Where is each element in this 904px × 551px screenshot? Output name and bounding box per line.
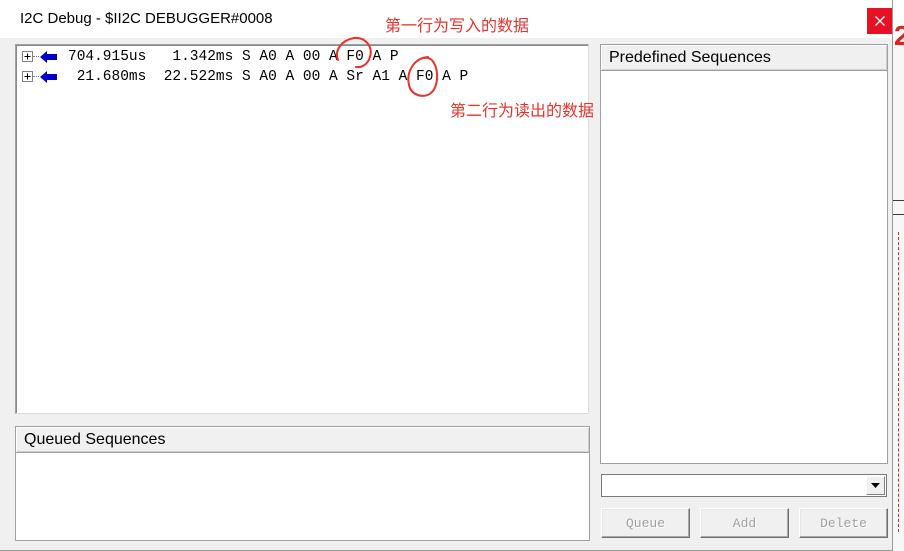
trace-row-text: 21.680ms 22.522ms S A0 A 00 A Sr A1 A F0 A… [68,67,469,87]
trace-row[interactable]: 704.915us 1.342ms S A0 A 00 A F0 A P [22,47,582,67]
trace-row-text: 704.915us 1.342ms S A0 A 00 A F0 A P [68,47,399,67]
write-data-annotation: 第一行为写入的数据 [385,16,530,35]
predefined-sequence-select[interactable] [601,474,887,497]
left-arrow-icon [40,51,57,63]
tree-connector [33,56,39,57]
predefined-sequences-panel: Predefined Sequences [600,44,888,464]
predefined-sequences-header: Predefined Sequences [601,45,887,71]
chevron-down-icon [871,483,880,488]
trace-start-time: 21.680ms [76,69,147,85]
predefined-sequences-list[interactable] [601,71,887,463]
trace-end-time: 1.342ms [172,49,234,65]
read-data-annotation: 第二行为读出的数据 [450,101,595,120]
background-schematic-fragment: 2 [893,0,904,551]
dropdown-button[interactable] [866,476,885,495]
left-arrow-icon [40,71,57,83]
i2c-debug-window: I2C Debug - $II2C DEBUGGER#0008 704.915u… [0,0,893,551]
window-title: I2C Debug - $II2C DEBUGGER#0008 [20,10,273,27]
predefined-sequences-title: Predefined Sequences [609,49,771,66]
close-icon [874,16,885,26]
queued-sequences-panel: Queued Sequences [15,426,590,541]
queued-sequences-title: Queued Sequences [24,431,166,448]
plus-box-icon[interactable] [22,71,33,82]
tree-connector [33,76,39,77]
queued-sequences-list[interactable] [16,453,589,540]
schematic-label-fragment: 2 [894,20,904,51]
trace-row[interactable]: 21.680ms 22.522ms S A0 A 00 A Sr A1 A F0 A… [22,67,582,87]
trace-sequence: S A0 A 00 A Sr A1 A F0 A P [242,69,469,85]
schematic-wire [893,200,904,201]
trace-end-time: 22.522ms [163,69,234,85]
plus-box-icon[interactable] [22,51,33,62]
queue-button[interactable]: Queue [601,508,690,538]
delete-button[interactable]: Delete [799,508,888,538]
add-button[interactable]: Add [700,508,789,538]
close-button[interactable] [867,8,892,34]
queued-sequences-header: Queued Sequences [16,427,589,453]
trace-start-time: 704.915us [68,49,147,65]
trace-log-list[interactable]: 704.915us 1.342ms S A0 A 00 A F0 A P 21.68… [15,44,589,414]
schematic-dashed-line [898,232,899,532]
schematic-wire [893,214,904,215]
trace-sequence: S A0 A 00 A F0 A P [242,49,399,65]
